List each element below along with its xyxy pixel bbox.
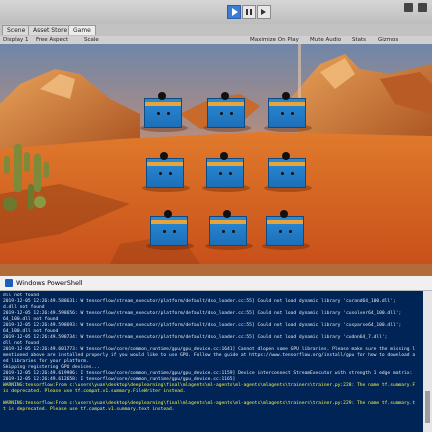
scrollbar-thumb[interactable] xyxy=(425,391,430,423)
gizmos-dropdown[interactable]: Gizmos xyxy=(378,36,398,44)
tab-game[interactable]: Game xyxy=(68,25,96,35)
playback-controls xyxy=(227,5,271,19)
agent-ball xyxy=(221,92,229,100)
game-view-bottom-strip xyxy=(0,264,432,276)
agent-ball xyxy=(164,210,172,218)
console-line: 2019-12-05 12:26:49.588631: W tensorflow… xyxy=(3,299,396,304)
console-line: 2019-12-05 12:26:49.598734: W tensorflow… xyxy=(3,335,388,340)
maximize-on-play-toggle[interactable]: Maximize On Play xyxy=(250,36,299,44)
game-viewport[interactable] xyxy=(0,44,432,264)
play-button[interactable] xyxy=(227,5,241,19)
agent-ball xyxy=(280,210,288,218)
powershell-icon xyxy=(5,279,13,287)
console-line: 2019-12-05 12:26:49.598693: W tensorflow… xyxy=(3,323,402,328)
aspect-select[interactable]: Free Aspect xyxy=(36,36,68,44)
step-icon xyxy=(261,9,266,15)
agent-ball xyxy=(160,152,168,160)
console-line: t is deprecated. Please use tf.compat.v1… xyxy=(3,407,175,412)
mute-audio-toggle[interactable]: Mute Audio xyxy=(310,36,341,44)
editor-toolbar xyxy=(0,0,432,24)
powershell-titlebar[interactable]: Windows PowerShell xyxy=(0,276,432,291)
tab-scene[interactable]: Scene xyxy=(2,25,31,35)
console-scrollbar[interactable] xyxy=(423,291,432,432)
pause-icon xyxy=(246,9,252,15)
display-select[interactable]: Display 1 xyxy=(3,36,29,44)
window-title: Windows PowerShell xyxy=(16,279,83,287)
minimize-icon[interactable] xyxy=(404,3,413,12)
stats-toggle[interactable]: Stats xyxy=(352,36,366,44)
console-output[interactable]: dll not found 2019-12-05 12:26:49.588631:… xyxy=(3,293,415,431)
agent-ball xyxy=(282,92,290,100)
agent-ball xyxy=(158,92,166,100)
console-line: 2019-12-05 12:26:49.598656: W tensorflow… xyxy=(3,311,402,316)
powershell-window[interactable]: Windows PowerShell dll not found 2019-12-… xyxy=(0,276,432,432)
step-button[interactable] xyxy=(257,5,271,19)
agent-ball xyxy=(220,152,228,160)
pause-button[interactable] xyxy=(242,5,256,19)
close-icon[interactable] xyxy=(418,3,427,12)
tab-asset-store[interactable]: Asset Store xyxy=(28,25,73,35)
play-icon xyxy=(232,8,238,16)
scale-label: Scale xyxy=(84,37,99,43)
agent-ball xyxy=(282,152,290,160)
game-view-options: Display 1 Free Aspect Scale Maximize On … xyxy=(0,36,432,44)
agent-ball xyxy=(223,210,231,218)
